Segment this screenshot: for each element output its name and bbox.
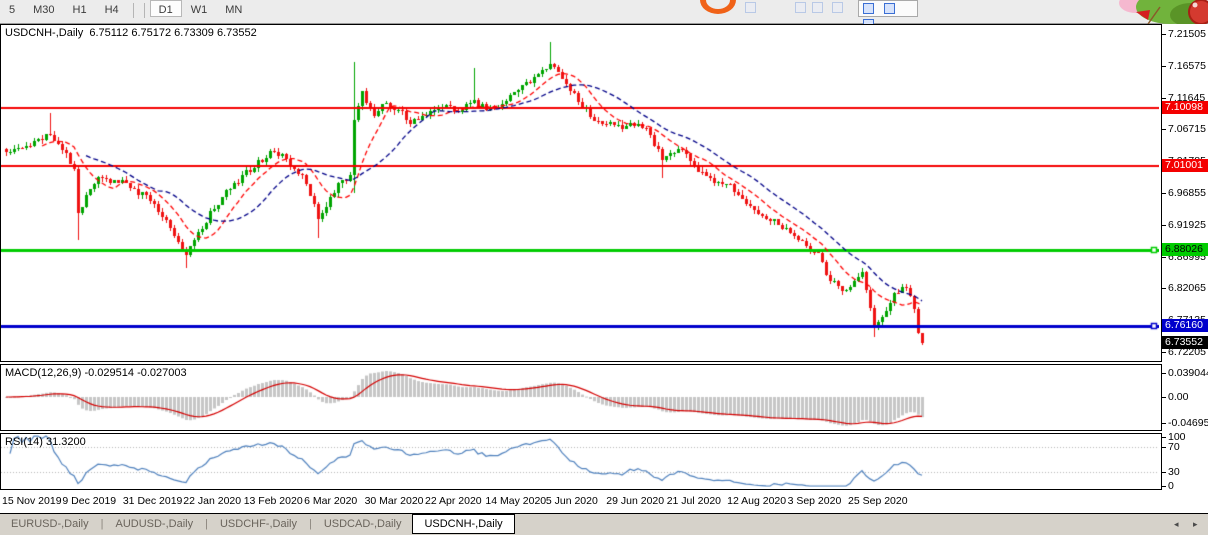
macd-panel: MACD(12,26,9) -0.029514 -0.027003 bbox=[0, 364, 1162, 431]
price-axis: 7.215057.165757.116457.067157.017856.968… bbox=[1162, 24, 1208, 490]
current-price-tag: 6.73552 bbox=[1162, 336, 1208, 349]
axis-tick bbox=[1162, 472, 1166, 473]
price-axis-label: 7.06715 bbox=[1162, 123, 1206, 135]
macd-axis-label: -0.046959 bbox=[1162, 417, 1208, 429]
macd-label: MACD(12,26,9) -0.029514 -0.027003 bbox=[5, 367, 187, 379]
time-axis-label: 21 Jul 2020 bbox=[667, 495, 721, 507]
axis-tick bbox=[1162, 288, 1166, 289]
level-price-tag: 7.01001 bbox=[1162, 159, 1208, 172]
axis-tick bbox=[1162, 257, 1166, 258]
price-axis-label: 6.82065 bbox=[1162, 282, 1206, 294]
time-axis-label: 13 Feb 2020 bbox=[244, 495, 303, 507]
toolbar-separator bbox=[133, 3, 134, 18]
grid-icon[interactable] bbox=[863, 3, 874, 14]
rsi-panel: RSI(14) 31.3200 bbox=[0, 433, 1162, 490]
tab-scroll-right-icon[interactable]: ▸ bbox=[1193, 519, 1198, 530]
price-axis-label: 6.96855 bbox=[1162, 187, 1206, 199]
watermark-icon bbox=[812, 2, 823, 13]
price-chart-canvas[interactable] bbox=[1, 25, 1159, 359]
axis-tick bbox=[1162, 129, 1166, 130]
watermark-icon bbox=[795, 2, 806, 13]
axis-tick bbox=[1162, 423, 1166, 424]
chart-tabs: EURUSD-,Daily|AUDUSD-,Daily|USDCHF-,Dail… bbox=[0, 518, 515, 530]
time-axis-label: 31 Dec 2019 bbox=[123, 495, 183, 507]
price-axis-label: 7.21505 bbox=[1162, 28, 1206, 40]
rsi-label: RSI(14) 31.3200 bbox=[5, 436, 86, 448]
tab-usdcnh[interactable]: USDCNH-,Daily bbox=[412, 514, 514, 534]
timeframe-button-5[interactable]: 5 bbox=[0, 0, 24, 16]
axis-tick bbox=[1162, 486, 1166, 487]
window-icon[interactable] bbox=[884, 3, 895, 14]
tab-usdchf[interactable]: USDCHF-,Daily bbox=[209, 514, 308, 534]
logo-swoosh-icon bbox=[698, 0, 738, 14]
tab-separator: | bbox=[205, 518, 208, 530]
axis-tick bbox=[1162, 98, 1166, 99]
axis-tick bbox=[1162, 373, 1166, 374]
time-axis-label: 12 Aug 2020 bbox=[727, 495, 786, 507]
level-price-tag: 6.88026 bbox=[1162, 243, 1208, 256]
tab-scroll-left-icon[interactable]: ◂ bbox=[1174, 519, 1179, 530]
time-axis-label: 5 Jun 2020 bbox=[546, 495, 598, 507]
axis-tick bbox=[1162, 193, 1166, 194]
tab-separator: | bbox=[309, 518, 312, 530]
time-axis-label: 30 Mar 2020 bbox=[365, 495, 424, 507]
time-axis-label: 6 Mar 2020 bbox=[304, 495, 357, 507]
level-price-tag: 7.10098 bbox=[1162, 101, 1208, 114]
time-axis-label: 22 Apr 2020 bbox=[425, 495, 482, 507]
axis-tick bbox=[1162, 34, 1166, 35]
tab-usdcad[interactable]: USDCAD-,Daily bbox=[313, 514, 413, 534]
time-axis-label: 22 Jan 2020 bbox=[183, 495, 241, 507]
time-axis-label: 25 Sep 2020 bbox=[848, 495, 908, 507]
price-chart-panel: USDCNH-,Daily 6.75112 6.75172 6.73309 6.… bbox=[0, 24, 1162, 362]
toolbar-separator bbox=[144, 3, 145, 18]
time-axis-label: 9 Dec 2019 bbox=[62, 495, 116, 507]
rsi-axis-label: 30 bbox=[1162, 466, 1180, 478]
time-axis-label: 14 May 2020 bbox=[485, 495, 546, 507]
chart-tab-bar: EURUSD-,Daily|AUDUSD-,Daily|USDCHF-,Dail… bbox=[0, 513, 1208, 535]
price-axis-label: 7.16575 bbox=[1162, 60, 1206, 72]
timeframe-button-h1[interactable]: H1 bbox=[64, 0, 96, 16]
watermark-icon bbox=[745, 2, 756, 13]
macd-axis-label: 0.00 bbox=[1162, 391, 1188, 403]
timeframe-buttons: 5M30H1H4D1W1MN bbox=[0, 4, 251, 16]
tab-audusd[interactable]: AUDUSD-,Daily bbox=[104, 514, 204, 534]
tab-separator: | bbox=[101, 518, 104, 530]
time-axis-label: 29 Jun 2020 bbox=[606, 495, 664, 507]
axis-tick bbox=[1162, 352, 1166, 353]
macd-axis-label: 0.039044 bbox=[1162, 367, 1208, 379]
time-axis-label: 15 Nov 2019 bbox=[2, 495, 62, 507]
timeframe-button-d1[interactable]: D1 bbox=[150, 0, 182, 17]
rsi-axis-label: 70 bbox=[1162, 441, 1180, 453]
axis-tick bbox=[1162, 447, 1166, 448]
chart-title: USDCNH-,Daily 6.75112 6.75172 6.73309 6.… bbox=[5, 27, 257, 39]
axis-tick bbox=[1162, 437, 1166, 438]
mt4-window: 5M30H1H4 D1W1MN USDCNH-,Daily 6.75112 6.7… bbox=[0, 0, 1208, 535]
watermark-icon bbox=[832, 2, 843, 13]
timeframe-toolbar: 5M30H1H4 D1W1MN bbox=[0, 0, 1208, 24]
axis-tick bbox=[1162, 66, 1166, 67]
axis-tick bbox=[1162, 225, 1166, 226]
mini-toolbar bbox=[858, 0, 918, 17]
axis-tick bbox=[1162, 397, 1166, 398]
rsi-axis-label: 0 bbox=[1162, 480, 1174, 492]
rsi-canvas[interactable] bbox=[1, 434, 1159, 487]
price-axis-label: 6.91925 bbox=[1162, 219, 1206, 231]
level-price-tag: 6.76160 bbox=[1162, 319, 1208, 332]
timeframe-button-mn[interactable]: MN bbox=[216, 0, 251, 16]
timeframe-button-m30[interactable]: M30 bbox=[24, 0, 63, 16]
timeframe-button-h4[interactable]: H4 bbox=[96, 0, 128, 16]
timeframe-button-w1[interactable]: W1 bbox=[182, 0, 217, 16]
tab-eurusd[interactable]: EURUSD-,Daily bbox=[0, 514, 100, 534]
time-axis-label: 3 Sep 2020 bbox=[788, 495, 842, 507]
time-axis: 15 Nov 20199 Dec 2019 31 Dec 201922 Jan 2… bbox=[0, 491, 1162, 512]
